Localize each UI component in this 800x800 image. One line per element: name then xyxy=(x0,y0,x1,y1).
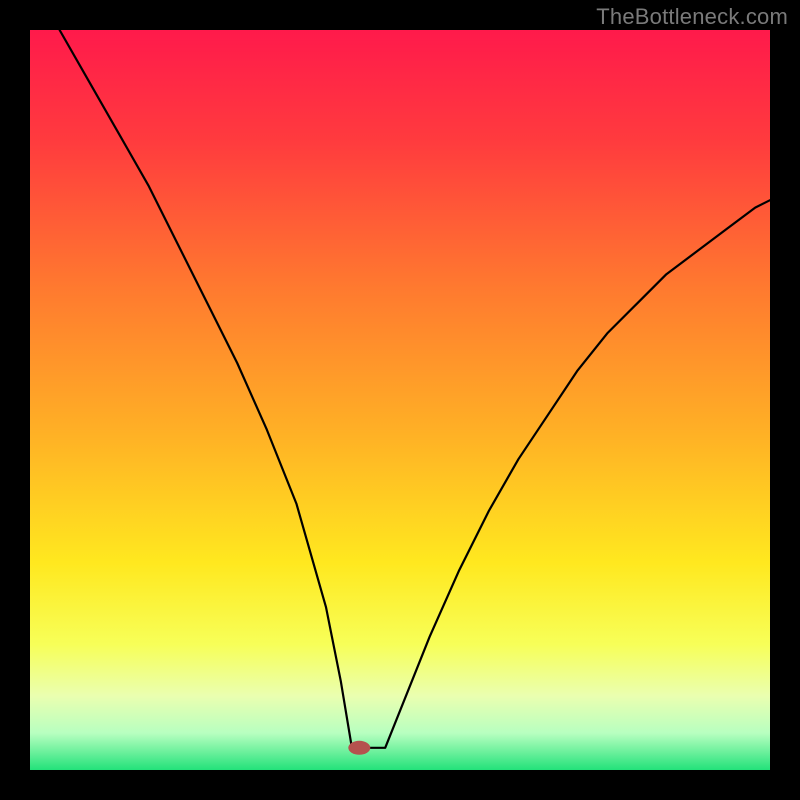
watermark-text: TheBottleneck.com xyxy=(596,4,788,30)
chart-frame: TheBottleneck.com xyxy=(0,0,800,800)
optimal-point-marker xyxy=(348,741,370,755)
plot-background xyxy=(30,30,770,770)
chart-svg xyxy=(0,0,800,800)
